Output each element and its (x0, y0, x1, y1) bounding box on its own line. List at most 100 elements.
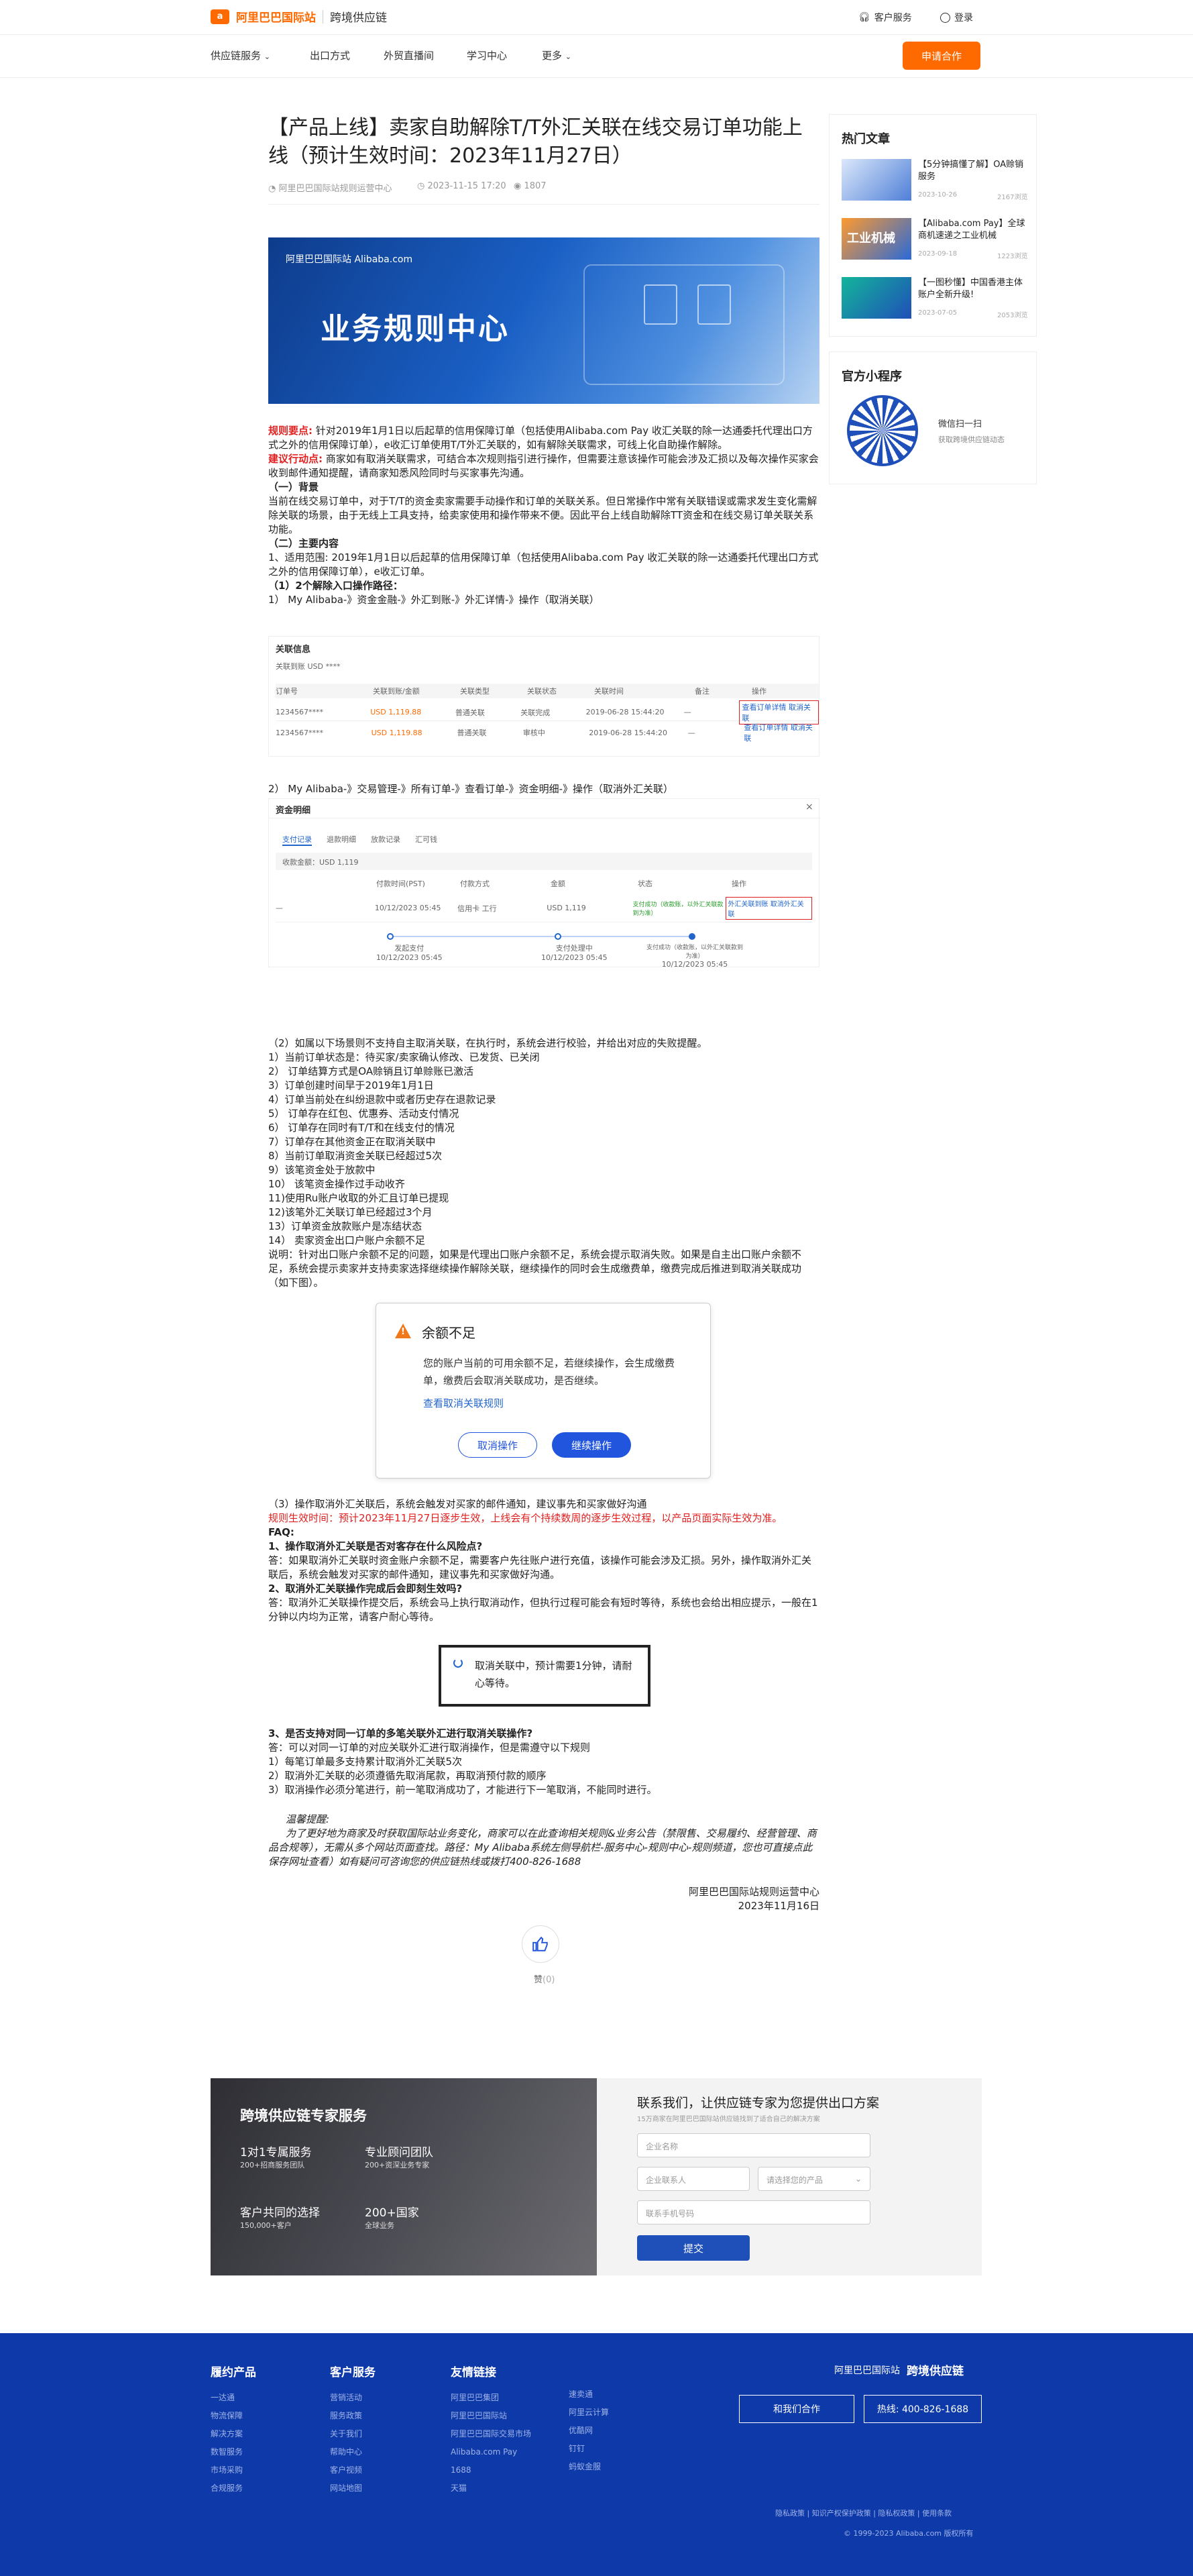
col-header: 操作 (752, 687, 766, 696)
legal-links[interactable]: 隐私政策 | 知识产权保护政策 | 隐私权政策 | 使用条款 (775, 2508, 952, 2518)
company-name-input[interactable]: 企业名称 (637, 2133, 870, 2157)
chevron-down-icon: ⌄ (264, 52, 271, 61)
nav-item-more[interactable]: 更多 ⌄ (542, 48, 571, 62)
hotline-button[interactable]: 热线: 400-826-1688 (864, 2395, 982, 2423)
footer-col: 客户服务 营销活动 服务政策 关于我们 帮助中心 客户视频 网站地图 (330, 2363, 376, 2498)
faq-heading: FAQ: (268, 1526, 294, 1538)
headset-icon: 🎧︎ (858, 12, 870, 23)
shot1-header-row: 订单号 关联到账/金额 关联类型 关联状态 关联时间 备注 操作 (276, 684, 819, 698)
footer-link[interactable]: 营销活动 (330, 2389, 376, 2407)
continue-operation-button[interactable]: 继续操作 (552, 1432, 631, 1458)
feature-title: 1对1专属服务 (240, 2146, 312, 2159)
list-item: 13）订单资金放款账户是冻结状态 (268, 1220, 422, 1232)
close-icon[interactable]: × (805, 802, 813, 812)
col-header: 付款时间(PST) (376, 879, 425, 888)
form-subtitle: 15万商家在阿里巴巴国际站供应链找到了适合自己的解决方案 (637, 2116, 820, 2123)
rule-label: 规则要点: (268, 425, 313, 437)
faq-question: 2、取消外汇关联操作完成后会即刻生效吗? (268, 1582, 463, 1595)
cell: 关联完成 (520, 708, 551, 717)
contact-person-input[interactable]: 企业联系人 (637, 2167, 750, 2191)
nav-item-supply-chain[interactable]: 供应链服务 ⌄ (211, 48, 270, 62)
tab-refund-details[interactable]: 退款明细 (327, 834, 356, 846)
list-item: 1）每笔订单最多支持累计取消外汇关联5次 (268, 1756, 463, 1768)
product-select[interactable]: 请选择您的产品 ⌄ (758, 2167, 870, 2191)
select-placeholder: 请选择您的产品 (766, 2176, 823, 2185)
footer-link[interactable]: 阿里巴巴国际交易市场 (451, 2425, 531, 2443)
footer-link[interactable]: 网站地图 (330, 2479, 376, 2498)
view-rules-link[interactable]: 查看取消关联规则 (423, 1396, 504, 1410)
nav-item-export[interactable]: 出口方式 (310, 48, 350, 62)
hot-article-item[interactable]: 【一图秒懂】中国香港主体账户全新升级! 2023-07-05 2053浏览 (842, 277, 1029, 321)
login-link[interactable]: 登录 (940, 11, 973, 24)
footer-link[interactable]: 解决方案 (211, 2425, 256, 2443)
footer-link[interactable]: 速卖通 (569, 2385, 609, 2404)
mini-program-desc: 获取跨境供应链动态 (938, 435, 1005, 444)
footer-link[interactable]: 数智服务 (211, 2443, 256, 2461)
hot-article-item[interactable]: 工业机械 【Alibaba.com Pay】全球商机速递之工业机械 2023-0… (842, 218, 1029, 262)
hot-article-views: 2053浏览 (997, 312, 1028, 319)
like-count: 赞(0) (534, 1972, 555, 1985)
cancel-association-link[interactable]: 查看订单详情 取消关联 (739, 700, 819, 724)
footer-link[interactable]: 1688 (451, 2461, 531, 2479)
phone-input[interactable]: 联系手机号码 (637, 2200, 870, 2224)
footer-link[interactable]: 物流保障 (211, 2407, 256, 2425)
footer-col-title: 友情链接 (451, 2366, 496, 2379)
footer-link[interactable]: 阿里巴巴集团 (451, 2389, 531, 2407)
logo-subtitle: 跨境供应链 (330, 11, 387, 25)
footer-link[interactable]: 关于我们 (330, 2425, 376, 2443)
col-header: 关联到账/金额 (373, 687, 420, 696)
footer-link[interactable]: 天猫 (451, 2479, 531, 2498)
modal-title: 余额不足 (422, 1325, 475, 1341)
hot-article-title: 【一图秒懂】中国香港主体账户全新升级! (918, 278, 1023, 300)
footer-link[interactable]: 市场采购 (211, 2461, 256, 2479)
cancel-fx-association-link[interactable]: 外汇关联到账 取消外汇关联 (725, 896, 812, 920)
footer-link[interactable]: 服务政策 (330, 2407, 376, 2425)
shot2-header-row: 付款时间(PST) 付款方式 金额 状态 操作 (276, 878, 812, 889)
footer-link[interactable]: 阿里巴巴国际站 (451, 2407, 531, 2425)
hot-article-item[interactable]: 【5分钟搞懂了解】OA赊销服务 2023-10-26 2167浏览 (842, 159, 1029, 203)
like-button[interactable] (522, 1925, 559, 1963)
step-1: 发起支付 10/12/2023 05:45 (376, 943, 443, 962)
customer-service-link[interactable]: 🎧︎ 客户服务 (858, 11, 912, 24)
footer-link[interactable]: 优酷网 (569, 2422, 609, 2440)
list-item: 5） 订单存在红包、优惠券、活动支付情况 (268, 1108, 459, 1120)
cell: USD 1,119.88 (371, 728, 422, 737)
nav-label: 学习中心 (467, 50, 508, 62)
apply-cooperation-button[interactable]: 申请合作 (903, 42, 980, 70)
warning-icon: ! (395, 1324, 411, 1338)
footer-link[interactable]: 帮助中心 (330, 2443, 376, 2461)
footer-link[interactable]: Alibaba.com Pay (451, 2443, 531, 2461)
tab-remittance[interactable]: 汇可钱 (415, 834, 437, 846)
footer-col-title: 客户服务 (330, 2366, 376, 2379)
footer-link[interactable]: 客户视频 (330, 2461, 376, 2479)
footer-link[interactable]: 蚂蚁金服 (569, 2458, 609, 2476)
signature: 阿里巴巴国际站规则运营中心 (688, 1886, 819, 1898)
feature-title: 专业顾问团队 (365, 2146, 433, 2159)
cell: USD 1,119 (547, 904, 586, 912)
footer-link[interactable]: 阿里云计算 (569, 2404, 609, 2422)
fail-scenarios: （2）如属以下场景则不支持自主取消关联，在执行时，系统会进行校验，并给出对应的失… (268, 1036, 819, 1290)
cancel-operation-button[interactable]: 取消操作 (458, 1432, 537, 1458)
logo-brand-text: 阿里巴巴国际站 (236, 11, 316, 25)
tab-payment-records[interactable]: 支付记录 (282, 834, 312, 846)
cell: — (683, 708, 691, 716)
cooperate-button[interactable]: 和我们合作 (739, 2395, 854, 2423)
nav-item-live[interactable]: 外贸直播间 (384, 48, 434, 62)
site-logo[interactable]: a 阿里巴巴国际站 跨境供应链 (211, 8, 387, 25)
views-value: 1807 (524, 181, 547, 191)
footer-col-title: 履约产品 (211, 2366, 256, 2379)
cancel-association-link[interactable]: 查看订单详情 取消关联 (744, 722, 819, 743)
shot1-table: 订单号 关联到账/金额 关联类型 关联状态 关联时间 备注 操作 1234567… (269, 684, 820, 743)
article-author: ◔ 阿里巴巴国际站规则运营中心 (268, 181, 392, 194)
submit-button[interactable]: 提交 (637, 2235, 750, 2261)
path-2: 2） My Alibaba-》交易管理-》所有订单-》查看订单-》资金明细-》操… (268, 783, 673, 795)
document-icon (697, 284, 731, 325)
author-name: 阿里巴巴国际站规则运营中心 (278, 184, 392, 194)
promo-feature: 200+国家 全球业务 (365, 2203, 419, 2231)
footer-link[interactable]: 合规服务 (211, 2479, 256, 2498)
tab-release-records[interactable]: 放款记录 (371, 834, 400, 846)
hot-articles-panel: 热门文章 【5分钟搞懂了解】OA赊销服务 2023-10-26 2167浏览 工… (829, 114, 1037, 337)
footer-link[interactable]: 钉钉 (569, 2440, 609, 2458)
nav-item-learning[interactable]: 学习中心 (467, 48, 507, 62)
footer-link[interactable]: 一达通 (211, 2389, 256, 2407)
